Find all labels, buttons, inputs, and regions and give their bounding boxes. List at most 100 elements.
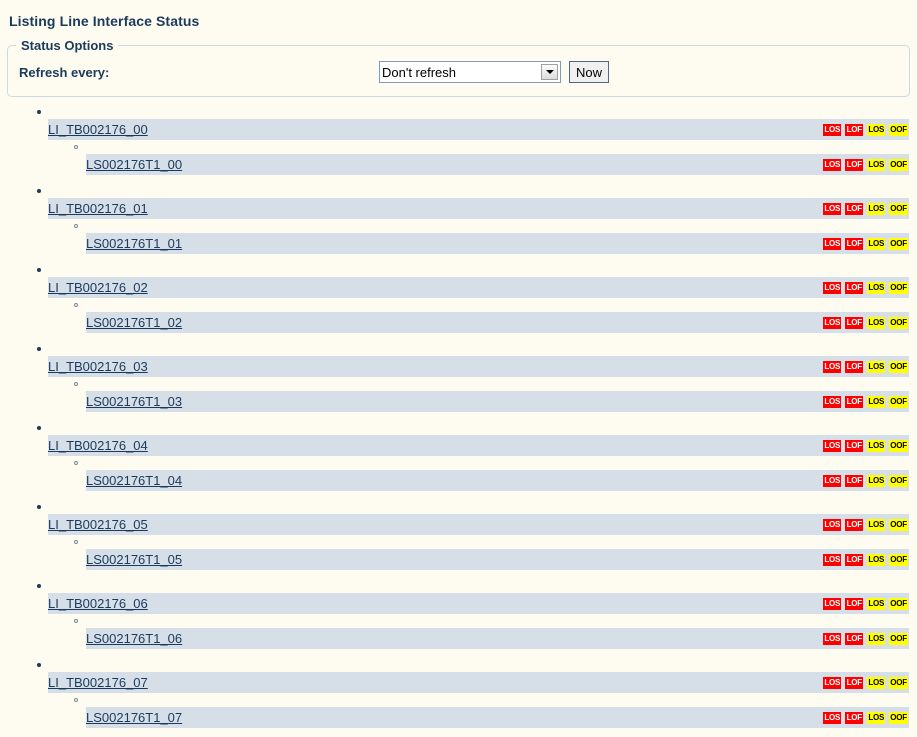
status-badge-oof[interactable]: OOF	[889, 123, 908, 136]
status-badge-los[interactable]: LOS	[823, 518, 842, 531]
status-badge-los[interactable]: LOS	[867, 395, 886, 408]
status-badge-los[interactable]: LOS	[867, 237, 886, 250]
status-badge-los[interactable]: LOS	[823, 237, 842, 250]
interface-list-item: LI_TB002176_07 LOS LOF LOS OOF LS002176T1_07 L…	[0, 658, 917, 737]
status-badge-los[interactable]: LOS	[867, 711, 886, 724]
status-badge-los[interactable]: LOS	[867, 474, 886, 487]
status-badge-lof[interactable]: LOF	[845, 281, 864, 294]
status-badge-oof[interactable]: OOF	[889, 281, 908, 294]
sub-interface-link[interactable]: LS002176T1_00	[86, 157, 182, 172]
status-badge-oof[interactable]: OOF	[889, 439, 908, 452]
status-badge-lof[interactable]: LOF	[845, 316, 864, 329]
status-badge-los[interactable]: LOS	[823, 316, 842, 329]
status-badge-lof[interactable]: LOF	[845, 395, 864, 408]
interface-list-item: LI_TB002176_01 LOS LOF LOS OOF LS002176T1_01 L…	[0, 184, 917, 263]
status-badge-los[interactable]: LOS	[867, 202, 886, 215]
status-badge-group: LOS LOF LOS OOF	[823, 316, 909, 329]
sub-interface-link[interactable]: LS002176T1_06	[86, 631, 182, 646]
bullet-circle-icon	[74, 145, 78, 149]
status-badge-los[interactable]: LOS	[867, 316, 886, 329]
interface-link[interactable]: LI_TB002176_05	[48, 517, 148, 532]
status-badge-oof[interactable]: OOF	[889, 316, 908, 329]
status-badge-los[interactable]: LOS	[867, 597, 886, 610]
sub-interface-link[interactable]: LS002176T1_03	[86, 394, 182, 409]
status-badge-lof[interactable]: LOF	[845, 711, 864, 724]
list-bullet-line	[0, 263, 917, 277]
refresh-interval-select[interactable]: Don't refresh	[379, 61, 561, 83]
status-badge-group: LOS LOF LOS OOF	[823, 281, 909, 294]
status-options-panel: Status Options Refresh every: Don't refr…	[7, 38, 910, 97]
interface-link[interactable]: LI_TB002176_06	[48, 596, 148, 611]
status-badge-los[interactable]: LOS	[823, 553, 842, 566]
list-bullet-line	[0, 614, 917, 628]
interface-link[interactable]: LI_TB002176_04	[48, 438, 148, 453]
interface-link[interactable]: LI_TB002176_01	[48, 201, 148, 216]
status-badge-group: LOS LOF LOS OOF	[823, 518, 909, 531]
status-badge-lof[interactable]: LOF	[845, 553, 864, 566]
status-badge-los[interactable]: LOS	[823, 632, 842, 645]
status-badge-los[interactable]: LOS	[823, 202, 842, 215]
status-badge-oof[interactable]: OOF	[889, 711, 908, 724]
status-badge-lof[interactable]: LOF	[845, 237, 864, 250]
status-badge-oof[interactable]: OOF	[889, 395, 908, 408]
status-badge-lof[interactable]: LOF	[845, 632, 864, 645]
status-badge-los[interactable]: LOS	[823, 360, 842, 373]
status-badge-los[interactable]: LOS	[823, 123, 842, 136]
list-bullet-line	[0, 105, 917, 119]
status-badge-lof[interactable]: LOF	[845, 123, 864, 136]
status-badge-oof[interactable]: OOF	[889, 237, 908, 250]
interface-link[interactable]: LI_TB002176_03	[48, 359, 148, 374]
sub-interface-link[interactable]: LS002176T1_01	[86, 236, 182, 251]
sub-interface-link[interactable]: LS002176T1_02	[86, 315, 182, 330]
interface-list-item: LI_TB002176_00 LOS LOF LOS OOF LS002176T1_00 L…	[0, 105, 917, 184]
status-badge-los[interactable]: LOS	[823, 158, 842, 171]
status-badge-lof[interactable]: LOF	[845, 439, 864, 452]
row-spacer	[0, 570, 917, 579]
status-badge-oof[interactable]: OOF	[889, 202, 908, 215]
interface-link[interactable]: LI_TB002176_02	[48, 280, 148, 295]
status-badge-los[interactable]: LOS	[867, 281, 886, 294]
interface-row: LI_TB002176_02 LOS LOF LOS OOF	[48, 277, 909, 298]
status-badge-oof[interactable]: OOF	[889, 676, 908, 689]
status-badge-lof[interactable]: LOF	[845, 360, 864, 373]
status-badge-oof[interactable]: OOF	[889, 474, 908, 487]
status-badge-group: LOS LOF LOS OOF	[823, 123, 909, 136]
status-badge-oof[interactable]: OOF	[889, 632, 908, 645]
status-badge-los[interactable]: LOS	[823, 395, 842, 408]
status-badge-los[interactable]: LOS	[867, 632, 886, 645]
status-badge-lof[interactable]: LOF	[845, 676, 864, 689]
status-badge-los[interactable]: LOS	[867, 158, 886, 171]
status-badge-los[interactable]: LOS	[823, 439, 842, 452]
status-badge-lof[interactable]: LOF	[845, 597, 864, 610]
status-badge-los[interactable]: LOS	[867, 360, 886, 373]
status-badge-lof[interactable]: LOF	[845, 518, 864, 531]
status-badge-los[interactable]: LOS	[867, 123, 886, 136]
status-badge-los[interactable]: LOS	[823, 711, 842, 724]
interface-link[interactable]: LI_TB002176_00	[48, 122, 148, 137]
status-badge-oof[interactable]: OOF	[889, 360, 908, 373]
status-badge-los[interactable]: LOS	[823, 281, 842, 294]
status-badge-oof[interactable]: OOF	[889, 553, 908, 566]
status-badge-los[interactable]: LOS	[867, 439, 886, 452]
status-badge-los[interactable]: LOS	[823, 474, 842, 487]
sub-interface-link[interactable]: LS002176T1_04	[86, 473, 182, 488]
status-badge-los[interactable]: LOS	[823, 597, 842, 610]
bullet-circle-icon	[74, 224, 78, 228]
status-badge-oof[interactable]: OOF	[889, 518, 908, 531]
sub-interface-link[interactable]: LS002176T1_05	[86, 552, 182, 567]
refresh-now-button[interactable]: Now	[569, 61, 610, 83]
bullet-circle-icon	[74, 698, 78, 702]
status-badge-oof[interactable]: OOF	[889, 158, 908, 171]
status-badge-lof[interactable]: LOF	[845, 202, 864, 215]
interface-list-item: LI_TB002176_05 LOS LOF LOS OOF LS002176T1_05 L…	[0, 500, 917, 579]
interface-link[interactable]: LI_TB002176_07	[48, 675, 148, 690]
sub-interface-link[interactable]: LS002176T1_07	[86, 710, 182, 725]
status-badge-oof[interactable]: OOF	[889, 597, 908, 610]
status-badge-lof[interactable]: LOF	[845, 474, 864, 487]
status-badge-los[interactable]: LOS	[867, 518, 886, 531]
status-badge-lof[interactable]: LOF	[845, 158, 864, 171]
status-badge-los[interactable]: LOS	[867, 553, 886, 566]
list-bullet-line	[0, 579, 917, 593]
status-badge-los[interactable]: LOS	[867, 676, 886, 689]
status-badge-los[interactable]: LOS	[823, 676, 842, 689]
